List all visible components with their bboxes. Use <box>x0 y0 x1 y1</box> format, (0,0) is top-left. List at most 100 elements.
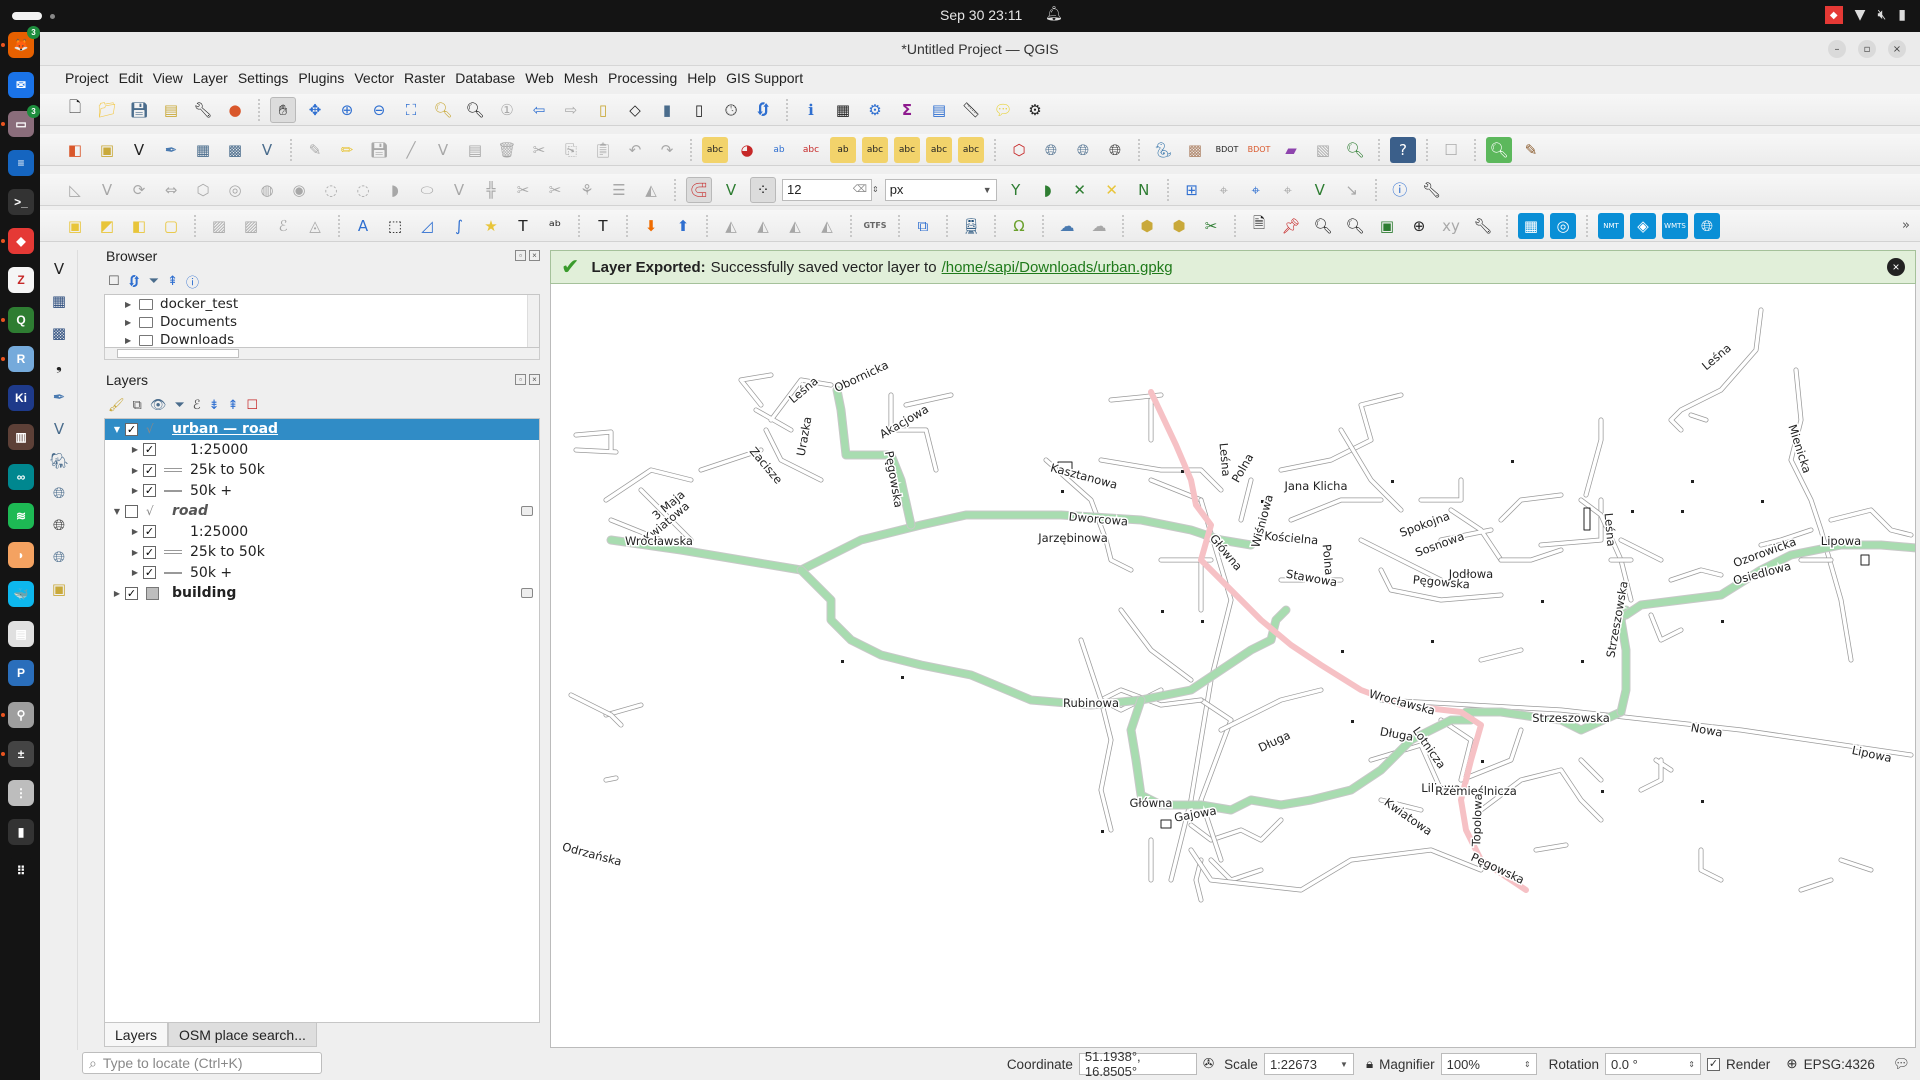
export-plugin-icon[interactable]: ▧ <box>1310 137 1336 163</box>
spinner-arrows-icon[interactable]: ⇕ <box>1688 1060 1695 1069</box>
add-spatialite-icon[interactable]: ✒ <box>46 384 72 410</box>
delete-ring-icon[interactable]: ◌ <box>318 177 344 203</box>
cloud-icon[interactable]: ☁ <box>1054 213 1080 239</box>
snap-intersections-icon[interactable]: ✕ <box>1067 177 1093 203</box>
zoom-in-icon[interactable]: ⊕ <box>334 97 360 123</box>
close-window-button[interactable]: × <box>1888 40 1906 58</box>
new-spatialite-layer-icon[interactable]: ✒ <box>158 137 184 163</box>
processing-toolbox-icon[interactable]: ⚙ <box>862 97 888 123</box>
manage-visibility-icon[interactable]: 👁︎ <box>150 398 167 413</box>
dock-document-viewer-icon[interactable]: ▤ <box>8 621 34 647</box>
delete-part-icon[interactable]: ◌ <box>350 177 376 203</box>
plugin-target-icon[interactable]: ◎ <box>1550 212 1576 239</box>
move-diagram-icon[interactable]: abc <box>894 136 920 163</box>
layer-tree-item[interactable]: ▼ √ road <box>105 501 539 522</box>
system-tray[interactable]: ◆ ▼ 🔇︎ ▮ <box>1824 6 1906 24</box>
expand-arrow-icon[interactable]: ▶ <box>125 300 139 309</box>
expand-arrow-icon[interactable]: ▶ <box>127 466 143 475</box>
copy-features-icon[interactable]: ⎘ <box>558 137 584 163</box>
undo-icon[interactable]: ↶ <box>622 137 648 163</box>
zoom-last-icon[interactable]: ⇦ <box>526 97 552 123</box>
run-feature-action-icon[interactable]: ⚙ <box>1022 97 1048 123</box>
add-wms-icon[interactable]: 🌐︎ <box>46 480 72 506</box>
rotate-label-icon[interactable]: abc <box>926 136 952 163</box>
activities-indicator[interactable] <box>12 12 42 20</box>
system-clock[interactable]: Sep 30 23:11 <box>940 7 1022 23</box>
layer-tree-item[interactable]: ▶ ✓ 25k to 50k <box>105 542 539 563</box>
tolerance-spinner[interactable]: ⇕ <box>872 185 879 194</box>
add-delimited-text-icon[interactable]: ❟ <box>46 352 72 378</box>
expand-arrow-icon[interactable]: ▶ <box>127 568 143 577</box>
anydesk-icon[interactable]: ◆ <box>1824 6 1843 24</box>
rotation-spinbox[interactable]: 0.0 ° ⇕ <box>1604 1053 1701 1075</box>
collapse-all-layers-icon[interactable]: ⇞ <box>228 398 239 413</box>
expand-arrow-icon[interactable]: ▶ <box>109 589 125 598</box>
maximize-button[interactable]: ▫ <box>1858 40 1876 58</box>
annotation-tool-icon[interactable]: ⊞ <box>1179 177 1205 203</box>
reshape-features-icon[interactable]: ◗ <box>382 177 408 203</box>
toggle-extents-icon[interactable]: ✇ <box>1203 1056 1214 1072</box>
dock-kicad-icon[interactable]: Ki <box>8 385 34 411</box>
node-tool-2-icon[interactable]: ◭ <box>750 213 776 239</box>
layer-tree-item[interactable]: ▶ ✓ 1:25000 <box>105 522 539 543</box>
menu-raster[interactable]: Raster <box>399 66 450 90</box>
layers-stack-icon[interactable]: ◈ <box>1630 212 1656 239</box>
browser-tree[interactable]: ▶ docker_test ▶ Documents ▶ Downloads <box>104 294 540 348</box>
new-geopackage-layer-icon[interactable]: ▣ <box>94 137 120 163</box>
add-raster-layer-icon[interactable]: ▦ <box>46 288 72 314</box>
reverse-line-icon[interactable]: V <box>446 177 472 203</box>
layer-tree-item[interactable]: ▶ ✓ 1:25000 <box>105 440 539 461</box>
wms-search-icon[interactable]: 🌐︎ <box>1070 137 1096 163</box>
info-icon[interactable]: ⓘ <box>1387 177 1413 203</box>
dock-show-apps-icon[interactable]: ⠿ <box>8 858 34 884</box>
properties-info-icon[interactable]: ⓘ <box>186 272 199 291</box>
new-spatial-bookmark-icon[interactable]: ▯ <box>590 97 616 123</box>
dock-disks-icon[interactable]: ⋮ <box>8 780 34 806</box>
layout-manager-icon[interactable]: 🔧︎ <box>190 97 216 123</box>
expand-all-icon[interactable]: ⇟ <box>209 398 220 413</box>
tab-layers[interactable]: Layers <box>104 1023 169 1047</box>
close-message-icon[interactable]: × <box>1887 258 1905 276</box>
gps-upload-icon[interactable]: ⬆ <box>670 213 696 239</box>
map-tips-icon[interactable]: 💬︎ <box>990 97 1016 123</box>
dock-files-icon[interactable]: ▭ 3 <box>1 105 40 137</box>
collapse-arrow-icon[interactable]: ▼ <box>109 507 125 516</box>
browser-horizontal-scrollbar[interactable] <box>104 348 540 360</box>
add-wcs-icon[interactable]: 🌐︎ <box>46 512 72 538</box>
map-search-plugin-icon[interactable]: 🔍︎ <box>1342 137 1368 163</box>
style-manager-icon[interactable]: ● <box>222 97 248 123</box>
menu-edit[interactable]: Edit <box>114 66 148 90</box>
new-3d-map-view-icon[interactable]: ◇ <box>622 97 648 123</box>
show-spatial-bookmarks-icon[interactable]: ▯ <box>686 97 712 123</box>
add-vector-layer-icon[interactable]: V <box>46 256 72 282</box>
quick-search-icon[interactable]: 🔍︎ <box>1486 136 1512 163</box>
bdot-plugin-icon[interactable]: BDOT <box>1214 137 1240 163</box>
zoom-next-icon[interactable]: ⇨ <box>558 97 584 123</box>
osm-downloader-icon[interactable]: ✎ <box>1518 137 1544 163</box>
merge-attributes-icon[interactable]: ☰ <box>606 177 632 203</box>
cloud-sync-icon[interactable]: ☁ <box>1086 213 1112 239</box>
menu-mesh[interactable]: Mesh <box>559 66 603 90</box>
tracing-icon[interactable]: N <box>1131 177 1157 203</box>
move-vertex-icon[interactable]: ↘ <box>1339 177 1365 203</box>
add-point-icon[interactable]: ★ <box>478 213 504 239</box>
menu-gis-support[interactable]: GIS Support <box>721 66 808 90</box>
new-temporary-layer-icon[interactable]: V <box>254 137 280 163</box>
temporal-controller-icon[interactable]: 🕓︎ <box>718 97 744 123</box>
menu-help[interactable]: Help <box>682 66 721 90</box>
gps-download-icon[interactable]: ⬇ <box>638 213 664 239</box>
pan-to-selection-icon[interactable]: ✥ <box>302 97 328 123</box>
add-selected-layers-icon[interactable]: ☐ <box>108 274 120 289</box>
layer-visibility-checkbox[interactable] <box>125 504 138 518</box>
help-book-icon[interactable]: ? <box>1390 136 1416 163</box>
cut-features-icon[interactable]: ✂ <box>526 137 552 163</box>
snapping-units-select[interactable]: px ▼ <box>884 178 997 201</box>
attribute-table-icon[interactable]: ▤ <box>926 97 952 123</box>
vertex-editor-icon[interactable]: V <box>1307 177 1333 203</box>
save-project-icon[interactable]: 💾︎ <box>126 97 152 123</box>
zoom-native-resolution-icon[interactable]: ① <box>494 97 520 123</box>
menu-settings[interactable]: Settings <box>233 66 294 90</box>
dock-spotify-icon[interactable]: ≋ <box>8 503 34 529</box>
layer-indicator-icon[interactable] <box>521 506 533 516</box>
add-text-icon[interactable]: T <box>510 213 536 239</box>
